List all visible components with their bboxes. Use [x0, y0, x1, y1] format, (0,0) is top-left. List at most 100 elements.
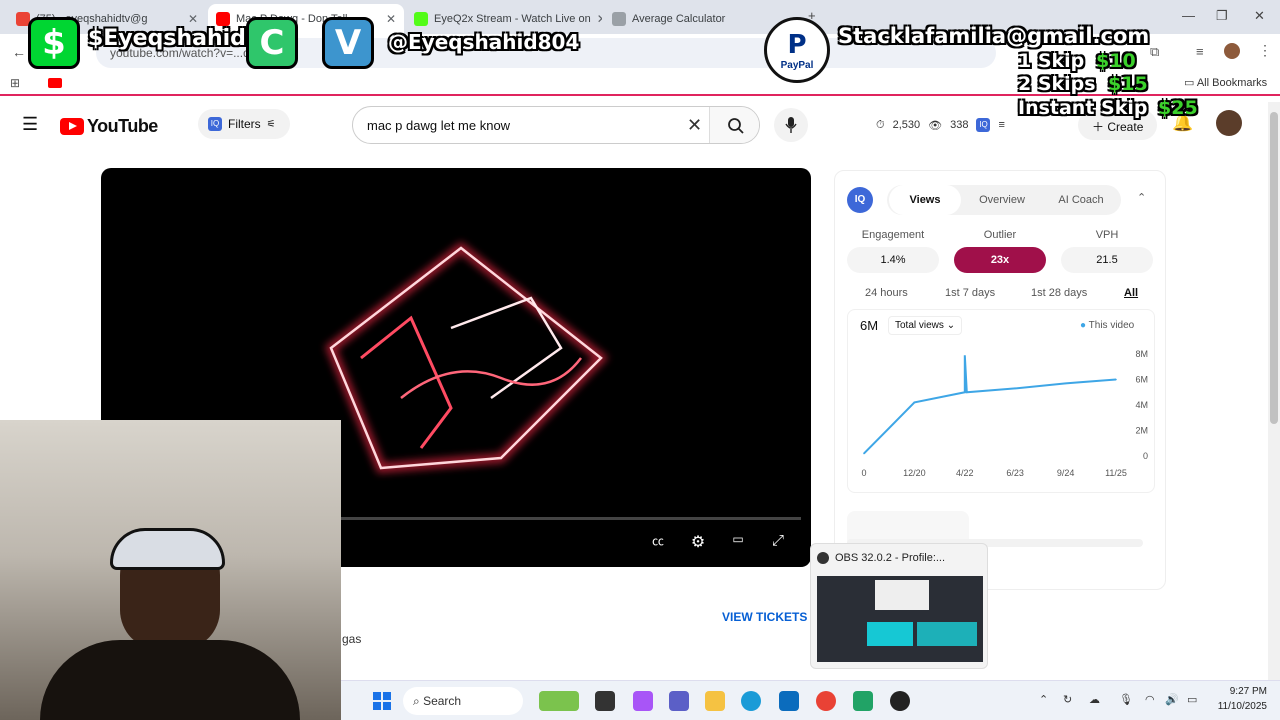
taskbar-search-label: Search — [423, 694, 462, 708]
obs-taskbar-preview[interactable]: OBS 32.0.2 - Profile:... — [810, 543, 988, 669]
views-line-chart: 0 2M 4M 6M 8M 0 12/20 4/22 6/23 9/24 11/25 — [861, 349, 1148, 478]
video-frame-neon-logo — [324, 241, 609, 474]
file-explorer-icon[interactable] — [705, 691, 725, 711]
range-24-hours[interactable]: 24 hours — [865, 287, 908, 299]
search-button[interactable] — [709, 107, 759, 143]
page-scrollbar[interactable] — [1268, 102, 1280, 680]
skip-2-label: 2 Skips — [1018, 73, 1096, 95]
settings-gear-icon[interactable]: ⚙ — [686, 532, 710, 554]
obs-taskbar-icon[interactable] — [890, 691, 910, 711]
paypal-email: Stacklafamilia@gmail.com — [838, 24, 1150, 48]
battery-icon[interactable]: ▭ — [1187, 693, 1197, 706]
widgets-icon[interactable] — [539, 691, 579, 711]
vidiq-logo: IQ — [847, 187, 873, 213]
tab-views[interactable]: Views — [889, 185, 961, 215]
profile-avatar[interactable] — [1224, 43, 1240, 59]
data-point — [964, 391, 966, 394]
skip-instant-label: Instant Skip — [1018, 97, 1148, 119]
y-tick-label: 2M — [1135, 426, 1148, 436]
vidiq-icon[interactable]: IQ — [976, 118, 991, 132]
create-label: Create — [1107, 120, 1144, 134]
hamburger-menu-icon[interactable]: ☰ — [22, 114, 38, 135]
back-icon[interactable]: ← — [12, 44, 26, 60]
youtube-bookmark-icon[interactable] — [48, 78, 62, 88]
close-tab-icon[interactable]: ✕ — [188, 12, 198, 26]
stat-watching: 338 — [950, 119, 969, 131]
venmo-handle: @Eyeqshahid804 — [388, 30, 580, 54]
range-7-days[interactable]: 1st 7 days — [945, 287, 995, 299]
y-tick-label: 8M — [1135, 349, 1148, 359]
range-28-days[interactable]: 1st 28 days — [1031, 287, 1087, 299]
all-bookmarks-label: All Bookmarks — [1196, 77, 1268, 89]
metric-engagement-label: Engagement — [861, 229, 925, 241]
all-bookmarks[interactable]: ▭ All Bookmarks — [1184, 76, 1267, 89]
teams-icon[interactable] — [669, 691, 689, 711]
range-all[interactable]: All — [1124, 287, 1138, 299]
fullscreen-icon[interactable]: ⤢ — [766, 532, 790, 554]
close-tab-icon[interactable]: ✕ — [597, 12, 602, 26]
volume-icon[interactable]: 🔊 — [1165, 693, 1179, 706]
tray-cloud-icon[interactable]: ☁ — [1089, 693, 1100, 706]
filters-button[interactable]: IQ Filters ⚟ — [198, 109, 290, 139]
obs-window-title: OBS 32.0.2 - Profile:... — [835, 552, 946, 564]
tray-chevron-icon[interactable]: ⌃ — [1039, 693, 1048, 706]
data-point — [913, 401, 916, 404]
clock-time[interactable]: 9:27 PM — [1211, 686, 1267, 697]
theater-mode-icon[interactable]: ▭ — [726, 532, 750, 554]
sliders-icon: ⚟ — [266, 118, 276, 130]
obs-thumb-controls — [917, 622, 977, 646]
close-tab-icon[interactable]: ✕ — [386, 12, 396, 26]
cashapp-handle: $Eyeqshahid — [88, 26, 246, 51]
taskbar-search[interactable]: ⌕ Search — [403, 687, 523, 715]
tray-sync-icon[interactable]: ↻ — [1063, 693, 1072, 706]
cast-icon[interactable]: ⧉ — [1150, 44, 1159, 60]
scrollbar-thumb[interactable] — [1270, 112, 1278, 424]
webcam-overlay — [0, 420, 341, 720]
search-box[interactable]: mac p dawg let me know ✕ — [352, 106, 760, 144]
chrome-icon[interactable] — [816, 691, 836, 711]
voice-search-button[interactable] — [774, 108, 808, 142]
youtube-play-icon — [60, 118, 84, 135]
youtube-logo[interactable]: YouTube — [60, 116, 158, 137]
store-icon[interactable] — [779, 691, 799, 711]
task-view-icon[interactable] — [595, 691, 615, 711]
microphone-icon — [785, 117, 797, 133]
clock-date[interactable]: 11/10/2025 — [1203, 701, 1267, 712]
list-icon[interactable]: ≡ — [998, 119, 1004, 131]
kick-icon — [414, 12, 428, 26]
clear-search-icon[interactable]: ✕ — [687, 115, 702, 136]
tab-label: EyeQ2x Stream - Watch Live on — [434, 13, 591, 25]
vidiq-analytics-panel: IQ Views Overview AI Coach ⌃ Engagement … — [834, 170, 1166, 590]
data-point — [1014, 387, 1016, 390]
skip-instant-price: $25 — [1158, 97, 1198, 119]
tab-ai-coach[interactable]: AI Coach — [1043, 185, 1119, 215]
edge-icon[interactable] — [741, 691, 761, 711]
obs-icon — [817, 552, 829, 564]
apps-icon[interactable]: ⊞ — [10, 76, 20, 90]
metric-outlier-label: Outlier — [983, 229, 1017, 241]
obs-thumbnail — [817, 576, 983, 662]
captions-icon[interactable]: ㏄ — [646, 532, 670, 554]
copilot-icon[interactable] — [633, 691, 653, 711]
media-icon[interactable]: ≡ — [1196, 44, 1204, 59]
menu-icon[interactable]: ⋮ — [1258, 42, 1272, 59]
video-progress-bar[interactable] — [341, 517, 801, 520]
data-point — [1064, 382, 1067, 385]
views-chart-card: 6M Total views ⌄ ● This video 0 2M 4M 6M 8M 0… — [847, 309, 1155, 493]
search-input[interactable]: mac p dawg let me know — [367, 118, 510, 133]
wifi-icon[interactable]: ◠ — [1145, 693, 1155, 706]
close-window-icon[interactable]: ✕ — [1254, 8, 1265, 24]
y-tick-label: 4M — [1135, 400, 1148, 410]
view-tickets-link[interactable]: VIEW TICKETS — [722, 610, 807, 624]
iq-icon: IQ — [208, 117, 222, 131]
collapse-chevron-icon[interactable]: ⌃ — [1137, 191, 1146, 204]
search-icon — [727, 118, 744, 134]
tab-overview[interactable]: Overview — [965, 185, 1039, 215]
minimize-icon[interactable]: — — [1182, 8, 1195, 23]
windows-start-icon[interactable] — [373, 692, 391, 710]
notepad-icon[interactable] — [853, 691, 873, 711]
tray-mic-icon[interactable]: 🎙 — [1119, 693, 1133, 706]
maximize-icon[interactable]: ❐ — [1216, 8, 1228, 24]
y-tick-label: 6M — [1135, 375, 1148, 385]
account-avatar[interactable] — [1216, 110, 1242, 136]
